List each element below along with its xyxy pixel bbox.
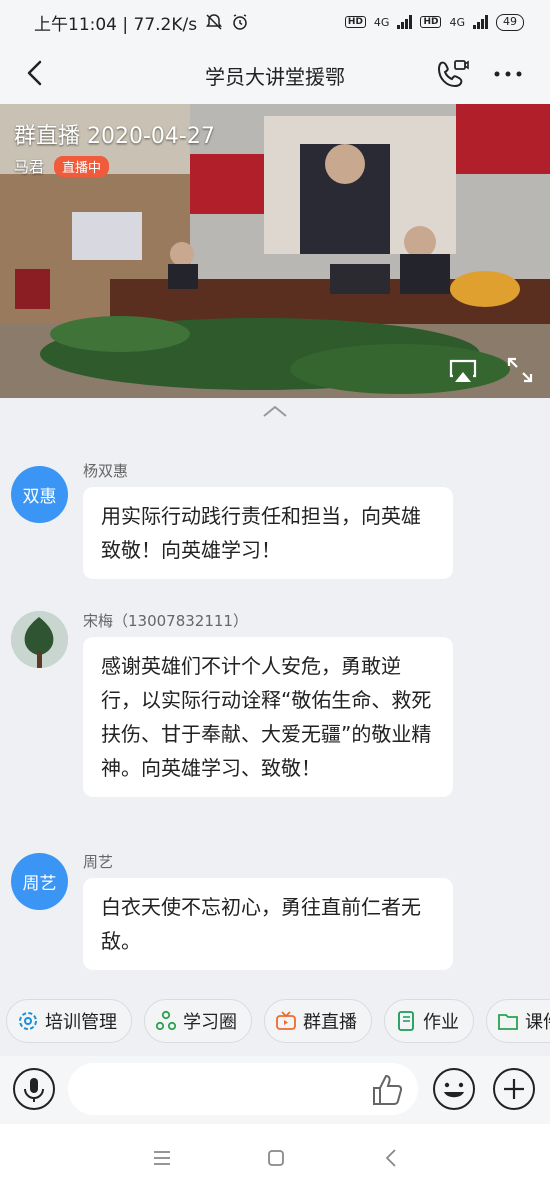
tool-group-live[interactable]: 群直播 — [264, 999, 372, 1043]
tool-study-circle[interactable]: 学习圈 — [144, 999, 252, 1043]
tool-label: 群直播 — [303, 1012, 357, 1033]
tool-label: 课件 — [525, 1012, 550, 1033]
hd-badge-2: HD — [420, 16, 442, 28]
chevron-up-icon[interactable] — [258, 402, 292, 422]
fullscreen-icon[interactable] — [506, 356, 534, 384]
gear-icon — [19, 1012, 37, 1030]
avatar[interactable]: 周艺 — [11, 853, 68, 910]
menu-icon[interactable] — [150, 1146, 174, 1170]
signal-icon-2 — [473, 15, 488, 29]
message-input-bar — [0, 1056, 550, 1124]
network-4g-label-2: 4G — [449, 15, 465, 29]
live-title: 群直播 2020-04-27 — [14, 124, 215, 149]
circle-nodes-icon — [155, 1010, 177, 1031]
tool-label: 学习圈 — [183, 1012, 237, 1033]
avatar[interactable] — [11, 611, 68, 668]
live-video-player[interactable]: 群直播 2020-04-27 马君 直播中 — [0, 104, 550, 398]
live-status-badge: 直播中 — [54, 156, 110, 177]
system-nav-bar — [0, 1124, 550, 1191]
home-square-icon[interactable] — [264, 1146, 288, 1170]
avatar-tree-photo — [11, 611, 68, 668]
video-call-icon[interactable] — [434, 56, 470, 92]
back-triangle-icon[interactable] — [380, 1146, 404, 1170]
nav-bar: 学员大讲堂援鄂 — [0, 44, 550, 104]
live-host-name: 马君 — [14, 158, 45, 176]
message-input[interactable] — [68, 1063, 418, 1115]
sender-name: 周艺 — [83, 853, 114, 871]
more-dots-icon[interactable] — [492, 62, 524, 86]
message-bubble[interactable]: 白衣天使不忘初心，勇往直前仁者无敌。 — [83, 878, 453, 970]
status-time-speed: 上午11:04 | 77.2K/s — [34, 14, 198, 35]
alarm-clock-icon — [233, 14, 247, 30]
airplay-icon[interactable] — [449, 358, 477, 384]
book-icon — [398, 1011, 414, 1031]
tool-courseware[interactable]: 课件 — [486, 999, 550, 1043]
sender-name: 杨双惠 — [83, 462, 129, 480]
message-bubble[interactable]: 感谢英雄们不计个人安危，勇敢逆行，以实际行动诠释“敬佑生命、救死扶伤、甘于奉献、… — [83, 637, 453, 797]
emoji-icon[interactable] — [432, 1067, 476, 1111]
signal-icon — [397, 15, 413, 29]
tool-training-management[interactable]: 培训管理 — [6, 999, 132, 1043]
sender-name: 宋梅（13007832111） — [83, 612, 248, 630]
hd-badge: HD — [344, 16, 366, 28]
tv-icon — [276, 1011, 296, 1030]
thumbs-up-icon[interactable] — [370, 1072, 406, 1108]
tool-label: 培训管理 — [45, 1012, 117, 1033]
group-toolbar: 培训管理 学习圈 群直播 作业 课件 — [0, 992, 550, 1050]
battery-indicator: 49 — [496, 13, 524, 31]
network-4g-label: 4G — [373, 15, 390, 29]
microphone-icon[interactable] — [12, 1067, 56, 1111]
folder-icon — [498, 1014, 518, 1030]
message-bubble[interactable]: 用实际行动践行责任和担当，向英雄致敬！向英雄学习！ — [83, 487, 453, 579]
status-bar: 上午11:04 | 77.2K/s HD 4G HD 4G 49 — [0, 0, 550, 44]
avatar[interactable]: 双惠 — [11, 466, 68, 523]
bell-muted-icon — [206, 14, 223, 30]
plus-icon[interactable] — [492, 1067, 536, 1111]
tool-label: 作业 — [423, 1012, 459, 1033]
tool-homework[interactable]: 作业 — [384, 999, 474, 1043]
live-host: 马君 直播中 — [14, 156, 110, 177]
